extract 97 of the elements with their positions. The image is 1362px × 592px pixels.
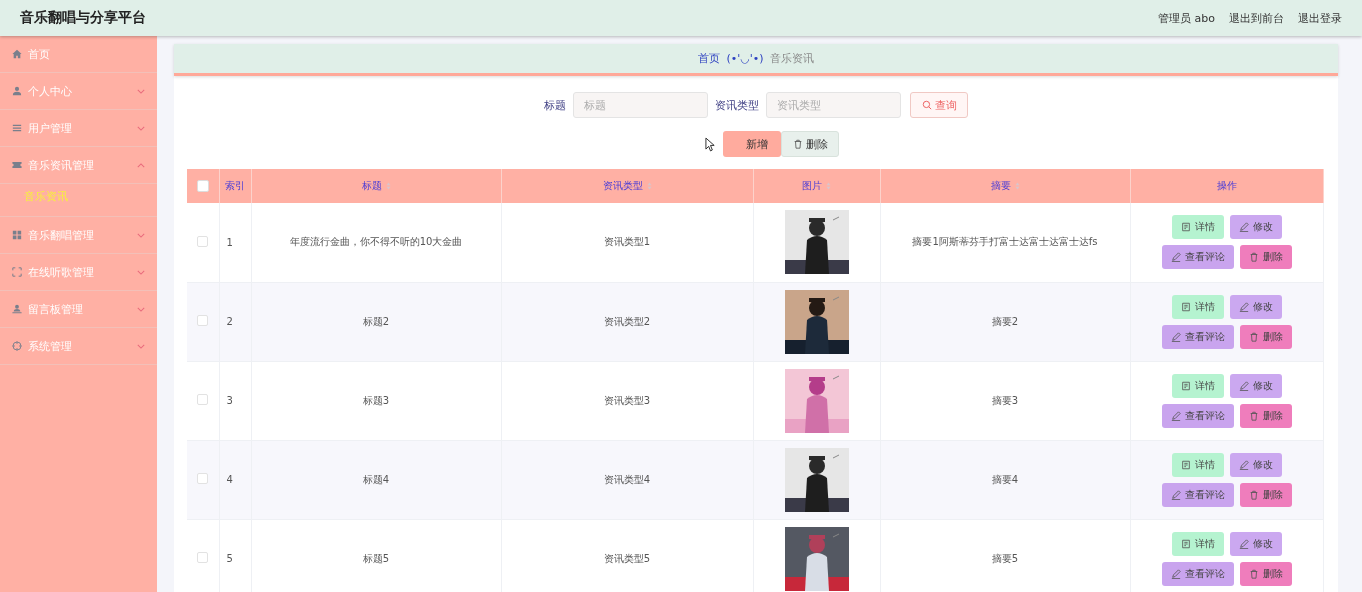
detail-button[interactable]: 详情 <box>1171 373 1224 398</box>
table-cell: 资讯类型4 <box>501 440 753 519</box>
select-all-checkbox[interactable] <box>196 180 209 192</box>
delete-button[interactable]: 删除 <box>1239 324 1292 349</box>
table-cell: 标题5 <box>251 519 501 592</box>
search-field[interactable]: 标题 <box>573 92 708 118</box>
document-icon <box>1180 222 1191 233</box>
row-checkbox[interactable] <box>197 552 209 563</box>
frame-icon <box>12 267 22 277</box>
column-header[interactable]: 操作 <box>1130 169 1323 203</box>
comments-button[interactable]: 查看评论 <box>1161 245 1234 270</box>
pencil-icon <box>1238 538 1249 549</box>
detail-button[interactable]: 详情 <box>1171 215 1224 240</box>
site-title: 音乐翻唱与分享平台 <box>20 9 146 27</box>
document-icon <box>1180 301 1191 312</box>
delete-button[interactable]: 删除 <box>1239 561 1292 586</box>
column-header[interactable]: 索引 <box>219 169 251 203</box>
edit-button[interactable]: 修改 <box>1229 531 1282 556</box>
field-label: 资讯类型 <box>715 97 759 113</box>
delete-button[interactable]: 删除 <box>1239 403 1292 428</box>
breadcrumb-link[interactable]: 首页 <box>698 51 721 66</box>
search-button[interactable]: 查询 <box>910 92 968 118</box>
delete-button[interactable]: 删除 <box>1239 245 1292 270</box>
row-checkbox[interactable] <box>197 394 209 405</box>
detail-button[interactable]: 详情 <box>1171 452 1224 477</box>
list-icon <box>12 123 22 133</box>
trash-icon <box>792 139 803 149</box>
pencil-icon <box>1238 222 1249 233</box>
table-cell: 5 <box>219 519 251 592</box>
trash-icon <box>1248 489 1259 500</box>
pencil-icon <box>1238 459 1249 470</box>
document-icon <box>1180 380 1191 391</box>
trash-icon <box>1248 410 1259 421</box>
trash-icon <box>1248 331 1259 342</box>
table-cell: 1 <box>219 203 251 282</box>
comments-button[interactable]: 查看评论 <box>1161 324 1234 349</box>
grid-icon <box>12 230 22 240</box>
table-cell: 标题3 <box>251 361 501 440</box>
table-cell: 标题2 <box>251 282 501 361</box>
edit-button[interactable]: 修改 <box>1229 373 1282 398</box>
breadcrumb-current: 音乐资讯 <box>769 51 814 66</box>
table-cell: 摘要5 <box>880 519 1130 592</box>
table-cell: 4 <box>219 440 251 519</box>
person-icon <box>12 304 22 314</box>
delete-button[interactable]: 删除 <box>1239 482 1292 507</box>
detail-button[interactable]: 详情 <box>1171 531 1224 556</box>
mouse-cursor-icon <box>705 137 716 152</box>
pencil-icon <box>1170 331 1181 342</box>
add-button[interactable]: 新增 <box>723 131 781 157</box>
pencil-icon <box>1170 252 1181 263</box>
column-header[interactable]: 资讯类型 <box>501 169 753 203</box>
column-header[interactable]: 图片 <box>753 169 880 203</box>
user-icon <box>12 86 22 96</box>
target-icon <box>12 341 22 351</box>
header-link[interactable]: 退出到前台 <box>1229 10 1284 26</box>
home-icon <box>12 49 22 59</box>
comments-button[interactable]: 查看评论 <box>1161 482 1234 507</box>
pencil-icon <box>1170 410 1181 421</box>
pencil-icon <box>1238 380 1249 391</box>
column-header[interactable]: 标题 <box>251 169 501 203</box>
search-icon <box>921 100 932 110</box>
trash-icon <box>1248 252 1259 263</box>
row-checkbox[interactable] <box>197 235 209 247</box>
pencil-icon <box>1170 489 1181 500</box>
table-cell: 3 <box>219 361 251 440</box>
comments-button[interactable]: 查看评论 <box>1161 403 1234 428</box>
row-checkbox[interactable] <box>197 473 209 484</box>
search-field[interactable]: 资讯类型 <box>766 92 901 118</box>
document-icon <box>1180 538 1191 549</box>
edit-button[interactable]: 修改 <box>1229 452 1282 477</box>
field-label: 标题 <box>544 97 566 113</box>
detail-button[interactable]: 详情 <box>1171 294 1224 319</box>
delete-button[interactable]: 删除 <box>781 131 839 157</box>
comments-button[interactable]: 查看评论 <box>1161 561 1234 586</box>
document-icon <box>1180 459 1191 470</box>
table-cell: 摘要2 <box>880 282 1130 361</box>
table-cell: 摘要1阿斯蒂芬手打富士达富士达富士达fs <box>880 203 1130 282</box>
row-checkbox[interactable] <box>197 315 209 326</box>
table-cell: 资讯类型5 <box>501 519 753 592</box>
breadcrumb-separator: (•'◡'•) <box>726 52 764 65</box>
pencil-icon <box>1238 301 1249 312</box>
table-cell: 资讯类型3 <box>501 361 753 440</box>
table-cell: 摘要4 <box>880 440 1130 519</box>
table-cell: 年度流行金曲，你不得不听的10大金曲 <box>251 203 501 282</box>
table-cell: 摘要3 <box>880 361 1130 440</box>
ticket-icon <box>12 160 22 170</box>
edit-button[interactable]: 修改 <box>1229 215 1282 240</box>
pencil-icon <box>1170 568 1181 579</box>
table-cell: 资讯类型2 <box>501 282 753 361</box>
column-header[interactable]: 摘要 <box>880 169 1130 203</box>
table-cell: 资讯类型1 <box>501 203 753 282</box>
table-cell: 2 <box>219 282 251 361</box>
trash-icon <box>1248 568 1259 579</box>
header-link[interactable]: 管理员 abo <box>1158 10 1215 26</box>
header-link[interactable]: 退出登录 <box>1298 10 1342 26</box>
edit-button[interactable]: 修改 <box>1229 294 1282 319</box>
table-cell: 标题4 <box>251 440 501 519</box>
